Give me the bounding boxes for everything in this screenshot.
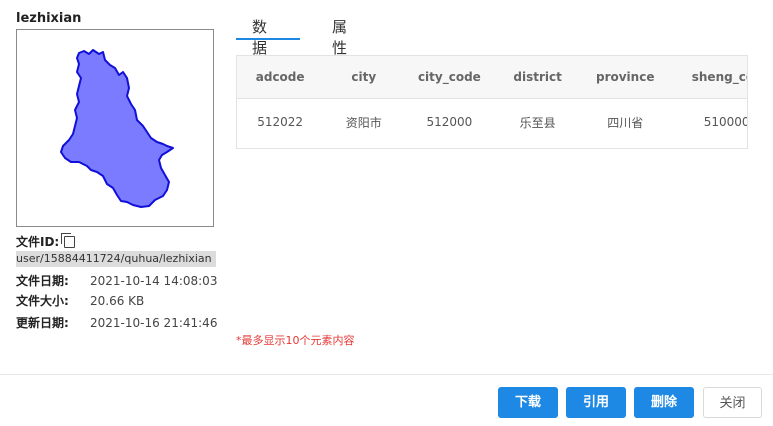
data-table: adcode city city_code district province … [237,56,748,146]
file-id-row: 文件ID: [16,233,76,250]
table-cell: 资阳市 [345,115,382,130]
file-size-label: 文件大小: [16,294,69,308]
close-button[interactable]: 关闭 [703,387,762,418]
display-limit-note: *最多显示10个元素内容 [236,334,355,347]
file-date-label: 文件日期: [16,274,69,288]
table-cell: 510000 [703,115,748,130]
download-button[interactable]: 下载 [498,387,558,418]
delete-button[interactable]: 删除 [634,387,694,418]
file-size-value: 20.66 KB [90,294,145,308]
file-title: lezhixian [16,11,82,26]
column-header: adcode [255,69,305,84]
footer-divider [0,374,773,375]
data-table-container[interactable]: adcode city city_code district province … [236,55,748,149]
active-tab-indicator [236,38,300,40]
column-header: province [595,69,655,84]
table-cell: 512000 [426,115,473,130]
column-header: city [351,69,377,84]
region-shape [60,49,174,208]
region-polygon [60,49,174,208]
cite-button[interactable]: 引用 [566,387,626,418]
file-date-value: 2021-10-14 14:08:03 [90,274,218,288]
table-row: 512022 资阳市 512000 乐至县 四川省 510000 [237,98,748,146]
updated-date-value: 2021-10-16 21:41:46 [90,316,218,330]
file-path: user/15884411724/quhua/lezhixian [16,251,216,267]
tab-properties[interactable]: 属性 [332,16,347,58]
column-header: city_code [417,69,481,84]
table-cell: 512022 [257,115,304,130]
file-id-label: 文件ID: [16,235,60,249]
table-header-row: adcode city city_code district province … [237,56,747,98]
file-size-row: 文件大小: 20.66 KB [16,292,144,309]
column-header: sheng_code [691,69,747,84]
updated-date-label: 更新日期: [16,316,69,330]
map-preview [16,29,214,227]
column-header: district [513,69,562,84]
table-cell: 乐至县 [519,115,556,130]
tab-data[interactable]: 数据 [252,16,267,58]
file-date-row: 文件日期: 2021-10-14 14:08:03 [16,272,217,289]
table-cell: 四川省 [607,115,644,130]
updated-date-row: 更新日期: 2021-10-16 21:41:46 [16,314,217,331]
copy-icon[interactable] [61,233,76,248]
